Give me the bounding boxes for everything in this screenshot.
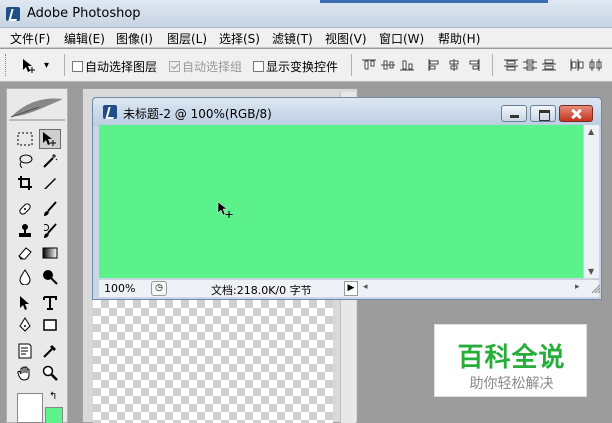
transparent-canvas-area xyxy=(93,300,333,423)
crop-icon[interactable] xyxy=(14,173,36,193)
eraser-icon[interactable] xyxy=(14,243,36,263)
align-right-edges-icon[interactable] xyxy=(466,59,480,71)
zoom-level[interactable]: 100% xyxy=(104,282,135,295)
swap-colors-icon[interactable]: ↰ xyxy=(49,391,57,402)
watermark: 百科全说 助你轻松解决 xyxy=(434,324,587,397)
menu-bar: 文件(F) 编辑(E) 图像(I) 图层(L) 选择(S) 滤镜(T) 视图(V… xyxy=(0,28,612,48)
distribute-left-edges-icon[interactable] xyxy=(570,59,584,71)
feather-logo-icon xyxy=(9,98,65,121)
hand-icon[interactable] xyxy=(14,363,36,383)
options-separator xyxy=(64,54,65,76)
menu-layer[interactable]: 图层(L) xyxy=(167,30,207,47)
move-tool-button[interactable] xyxy=(39,129,61,149)
checkbox-box xyxy=(72,61,83,72)
close-button[interactable] xyxy=(559,105,593,122)
zoom-preview-icon[interactable]: ◷ xyxy=(151,281,167,296)
move-icon[interactable] xyxy=(22,58,38,74)
auto-select-layer-label: 自动选择图层 xyxy=(85,60,158,74)
scroll-down-icon[interactable]: ▼ xyxy=(588,267,594,276)
move-icon xyxy=(43,132,56,146)
menu-image[interactable]: 图像(I) xyxy=(116,30,153,47)
scroll-left-icon[interactable]: ◂ xyxy=(363,282,368,292)
checkbox-box xyxy=(169,61,180,72)
background-color-swatch[interactable] xyxy=(45,407,63,423)
status-menu-arrow-icon[interactable]: ▶ xyxy=(344,281,358,296)
distribute-horizontal-centers-icon[interactable] xyxy=(589,59,603,71)
menu-select[interactable]: 选择(S) xyxy=(219,30,260,47)
auto-select-group-checkbox[interactable]: 自动选择组 xyxy=(169,58,242,75)
options-separator xyxy=(351,54,352,76)
align-left-edges-icon[interactable] xyxy=(428,59,442,71)
rectangle-shape-icon[interactable] xyxy=(39,315,61,335)
show-transform-controls-checkbox[interactable]: 显示变换控件 xyxy=(253,58,338,75)
zoom-icon[interactable] xyxy=(39,363,61,383)
toolbox-panel: ↰ xyxy=(6,88,68,423)
clone-stamp-icon[interactable] xyxy=(14,221,36,241)
align-top-edges-icon[interactable] xyxy=(362,59,376,71)
history-brush-icon[interactable] xyxy=(39,221,61,241)
menu-view[interactable]: 视图(V) xyxy=(325,30,367,47)
tool-preset-dropdown[interactable]: ▾ xyxy=(44,60,49,71)
rect-marquee-icon[interactable] xyxy=(14,129,36,149)
notes-icon[interactable] xyxy=(14,341,36,361)
distribute-bottom-edges-icon[interactable] xyxy=(542,59,556,71)
scroll-up-icon[interactable]: ▲ xyxy=(588,127,594,136)
menu-help[interactable]: 帮助(H) xyxy=(438,30,480,47)
menu-edit[interactable]: 编辑(E) xyxy=(64,30,105,47)
brush-icon[interactable] xyxy=(39,199,61,219)
healing-brush-icon[interactable] xyxy=(14,199,36,219)
options-bar: ▾ 自动选择图层 自动选择组 显示变换控件 xyxy=(0,49,612,82)
lasso-icon[interactable] xyxy=(14,151,36,171)
path-select-icon[interactable] xyxy=(14,293,36,313)
photoshop-app-icon xyxy=(6,7,20,21)
magic-wand-icon[interactable] xyxy=(39,151,61,171)
menu-window[interactable]: 窗口(W) xyxy=(379,30,424,47)
app-titlebar: Adobe Photoshop xyxy=(0,0,612,28)
align-vertical-centers-icon[interactable] xyxy=(381,59,395,71)
align-bottom-edges-icon[interactable] xyxy=(400,59,414,71)
menu-filter[interactable]: 滤镜(T) xyxy=(272,30,313,47)
auto-select-group-label: 自动选择组 xyxy=(182,60,243,74)
options-separator xyxy=(492,54,493,76)
align-horizontal-centers-icon[interactable] xyxy=(447,59,461,71)
type-icon[interactable] xyxy=(39,293,61,313)
watermark-title: 百科全说 xyxy=(457,343,566,373)
eyedropper-icon[interactable] xyxy=(39,341,61,361)
document-size-info: 文档:218.0K/0 字节 xyxy=(211,284,312,297)
blur-icon[interactable] xyxy=(14,267,36,287)
resize-grip-icon[interactable] xyxy=(589,282,601,294)
foreground-color-swatch[interactable] xyxy=(17,393,43,423)
minimize-button[interactable] xyxy=(501,105,527,122)
slice-icon[interactable] xyxy=(39,173,61,193)
window-edge-highlight xyxy=(320,0,548,3)
show-transform-controls-label: 显示变换控件 xyxy=(266,60,339,74)
auto-select-layer-checkbox[interactable]: 自动选择图层 xyxy=(72,58,157,75)
document-vertical-scrollbar[interactable]: ▲ ▼ xyxy=(583,125,599,278)
checkbox-box xyxy=(253,61,264,72)
distribute-vertical-centers-icon[interactable] xyxy=(523,59,537,71)
document-window: 未标题-2 @ 100%(RGB/8) ▲ ▼ 100% ◷ 文档:218.0K… xyxy=(92,97,602,300)
move-cursor-icon xyxy=(217,201,233,218)
dodge-icon[interactable] xyxy=(39,267,61,287)
pen-icon[interactable] xyxy=(14,315,36,335)
document-titlebar[interactable]: 未标题-2 @ 100%(RGB/8) xyxy=(93,98,601,126)
document-status-bar: 100% ◷ 文档:218.0K/0 字节 ▶ ◂ ▸ xyxy=(99,279,601,297)
document-canvas[interactable] xyxy=(99,125,583,278)
menu-file[interactable]: 文件(F) xyxy=(10,30,50,47)
options-grip[interactable] xyxy=(5,54,9,76)
gradient-icon[interactable] xyxy=(39,243,61,263)
document-title: 未标题-2 @ 100%(RGB/8) xyxy=(123,107,272,121)
app-title: Adobe Photoshop xyxy=(27,6,141,21)
document-app-icon xyxy=(103,105,117,119)
maximize-button[interactable] xyxy=(530,105,556,122)
watermark-subtitle: 助你轻松解决 xyxy=(469,376,554,392)
distribute-top-edges-icon[interactable] xyxy=(504,59,518,71)
scroll-right-icon[interactable]: ▸ xyxy=(575,282,580,292)
